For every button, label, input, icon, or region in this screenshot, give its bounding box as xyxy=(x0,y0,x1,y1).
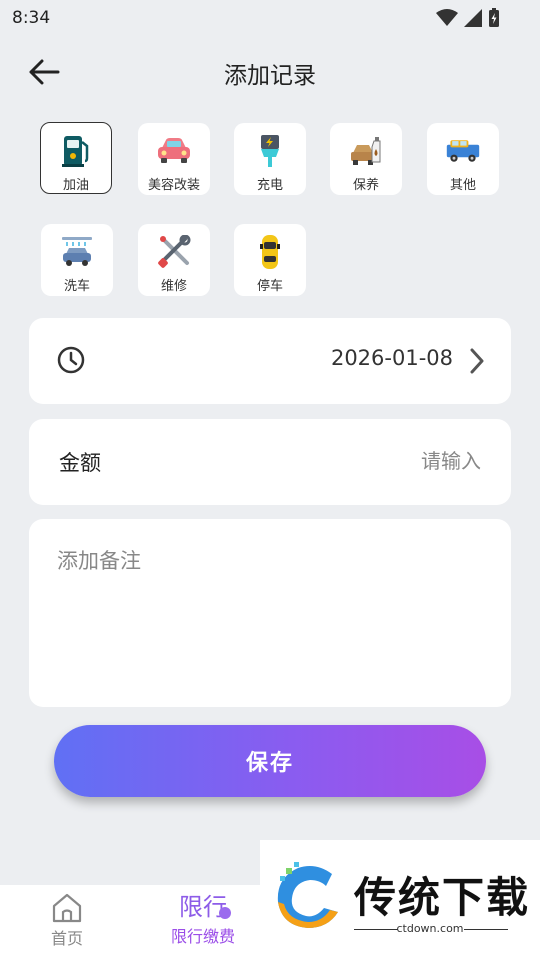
repair-tools-icon xyxy=(156,234,192,270)
amount-input[interactable] xyxy=(281,443,481,479)
category-label: 充电 xyxy=(256,178,283,193)
status-icons xyxy=(436,8,500,28)
category-label: 美容改装 xyxy=(147,178,200,193)
header: 添加记录 xyxy=(0,48,540,96)
category-car-wash[interactable]: 洗车 xyxy=(41,224,113,296)
wifi-icon xyxy=(436,9,458,26)
category-label: 保养 xyxy=(352,178,379,193)
fuel-pump-icon xyxy=(58,133,94,169)
car-wash-icon xyxy=(59,234,95,270)
tab-traffic-limit[interactable]: 限行 限行缴费 xyxy=(160,893,246,947)
cellular-signal-icon xyxy=(464,9,482,27)
traffic-limit-icon: 限行 xyxy=(179,893,231,921)
save-button[interactable]: 保存 xyxy=(54,725,486,797)
tab-home-label: 首页 xyxy=(50,929,83,948)
badge-dot xyxy=(219,907,231,919)
charging-plug-icon xyxy=(252,133,288,169)
category-label: 维修 xyxy=(160,279,187,294)
status-time: 8:34 xyxy=(12,8,51,28)
page-title: 添加记录 xyxy=(224,63,316,89)
category-label: 洗车 xyxy=(63,279,90,294)
home-icon xyxy=(52,893,82,923)
category-repair[interactable]: 维修 xyxy=(138,224,210,296)
car-beauty-icon xyxy=(156,133,192,169)
note-row xyxy=(29,519,511,707)
tab-home[interactable]: 首页 xyxy=(42,893,92,949)
parking-car-icon xyxy=(252,234,288,270)
watermark: 传统下载 ctdown.com xyxy=(260,840,540,960)
amount-label: 金额 xyxy=(59,451,101,475)
ctdown-logo-icon xyxy=(268,862,344,938)
tab-traffic-limit-label: 限行缴费 xyxy=(170,927,235,946)
category-beauty[interactable]: 美容改装 xyxy=(138,123,210,195)
clock-icon xyxy=(57,346,85,378)
category-fuel[interactable]: 加油 xyxy=(40,122,112,194)
chevron-right-icon xyxy=(469,348,485,378)
watermark-title: 传统下载 xyxy=(354,873,531,922)
category-parking[interactable]: 停车 xyxy=(234,224,306,296)
date-picker-row[interactable]: 2026-01-08 xyxy=(29,318,511,404)
category-other[interactable]: 其他 xyxy=(427,123,499,195)
status-bar: 8:34 xyxy=(0,0,540,36)
truck-icon xyxy=(445,133,481,169)
category-label: 停车 xyxy=(256,279,283,294)
battery-icon xyxy=(489,8,499,27)
category-charging[interactable]: 充电 xyxy=(234,123,306,195)
oil-maintenance-icon xyxy=(348,133,384,169)
note-input[interactable] xyxy=(57,545,477,685)
date-value: 2026-01-08 xyxy=(330,346,453,370)
watermark-divider-right xyxy=(464,929,508,930)
amount-row: 金额 xyxy=(29,419,511,505)
category-maintenance[interactable]: 保养 xyxy=(330,123,402,195)
category-label: 加油 xyxy=(62,178,89,193)
category-label: 其他 xyxy=(449,178,476,193)
